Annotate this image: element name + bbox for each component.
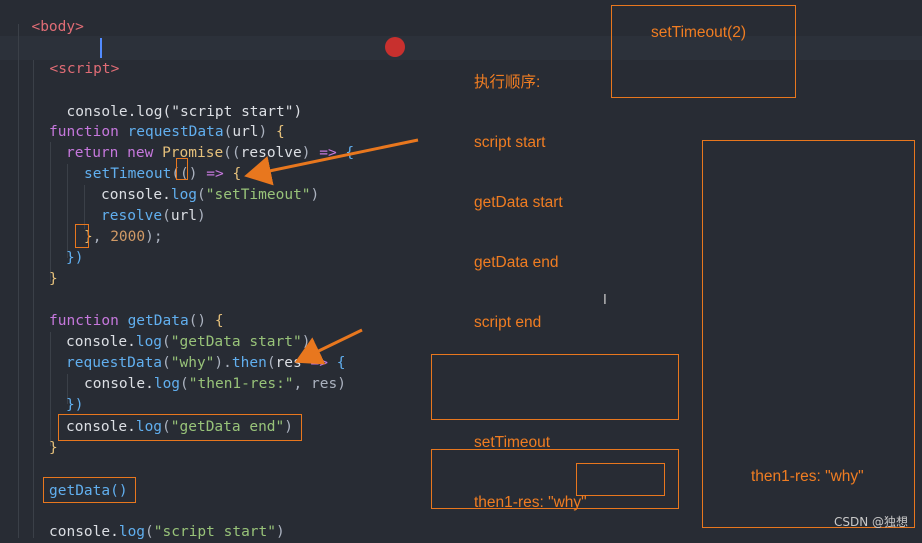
box-settimeout	[611, 5, 796, 98]
box-empty-inner	[576, 463, 665, 496]
arrow-to-settimeout	[244, 138, 419, 186]
watermark: CSDN @独想	[833, 515, 908, 529]
box-empty-1	[431, 354, 679, 420]
box-then-label: then1-res: "why"	[751, 468, 864, 485]
box-settimeout-label: setTimeout(2)	[651, 24, 747, 41]
order-item: getData end	[474, 254, 559, 271]
arrow-to-res	[294, 328, 363, 365]
mouse-ibeam-icon: I	[603, 293, 607, 308]
order-item: getData start	[474, 194, 563, 211]
order-title: 执行顺序:	[474, 74, 541, 91]
order-item: script start	[474, 134, 546, 151]
order-item: script end	[474, 314, 542, 331]
